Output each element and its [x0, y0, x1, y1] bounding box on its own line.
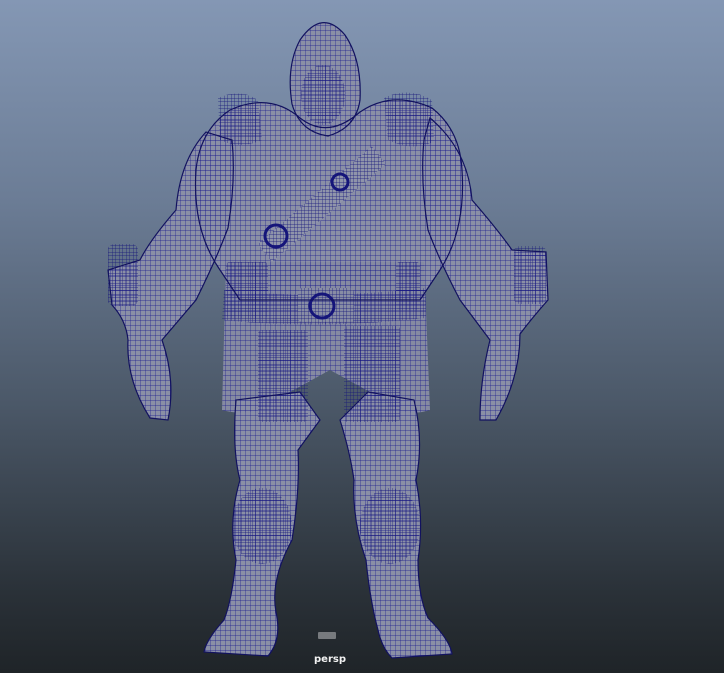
- mesh-belt-buckle: [298, 288, 354, 322]
- 3d-viewport[interactable]: persp: [0, 0, 724, 673]
- view-axis-indicator: [318, 632, 336, 639]
- camera-name-label: persp: [314, 654, 346, 665]
- character-mesh[interactable]: [0, 0, 724, 673]
